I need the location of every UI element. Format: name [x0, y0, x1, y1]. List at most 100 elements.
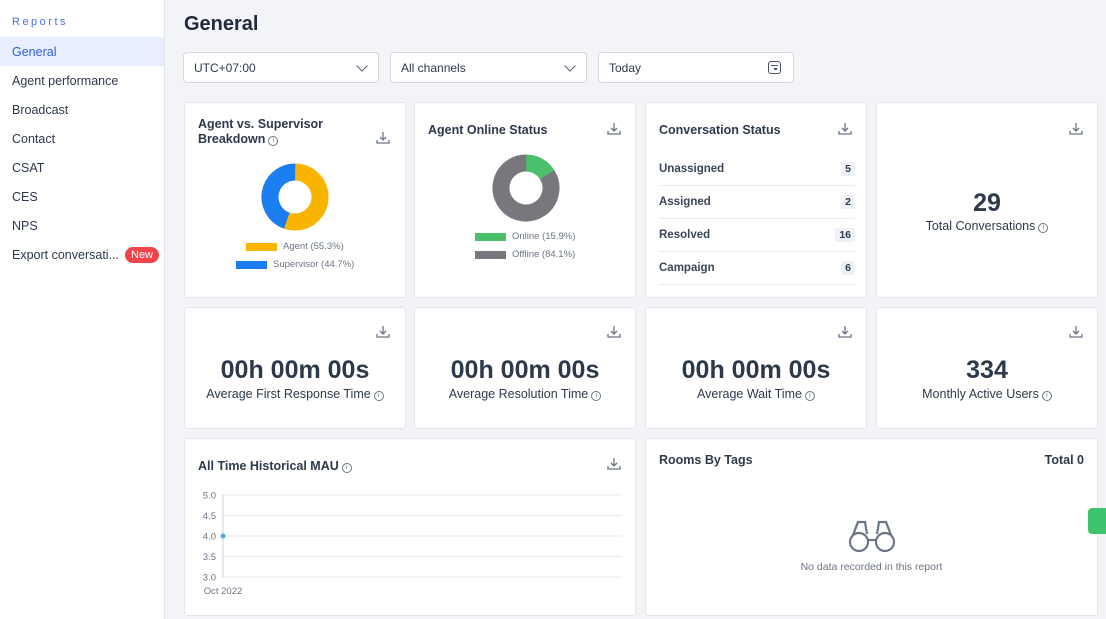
y-tick-label: 4.5 [203, 511, 216, 522]
card-title-line1: Agent vs. Supervisor [198, 117, 324, 131]
download-icon[interactable] [837, 324, 853, 340]
sidebar-item-csat[interactable]: CSAT [0, 153, 164, 182]
legend-swatch [475, 232, 506, 241]
sidebar-item-contact[interactable]: Contact [0, 124, 164, 153]
info-icon[interactable]: i [1041, 391, 1052, 401]
legend-swatch [246, 242, 277, 251]
legend-online: Online (15.9%) [475, 231, 575, 242]
sidebar-item-label: General [12, 44, 57, 59]
info-icon[interactable]: i [1038, 223, 1049, 233]
download-icon[interactable] [606, 324, 622, 340]
binoculars-icon [848, 520, 896, 553]
sidebar-item-nps[interactable]: NPS [0, 211, 164, 240]
empty-state-text: No data recorded in this report [800, 561, 943, 573]
info-icon[interactable]: i [591, 391, 602, 401]
sidebar-item-export-conversations[interactable]: Export conversati... New [0, 240, 164, 269]
online-status-donut [492, 154, 560, 222]
legend-swatch [236, 260, 267, 269]
info-icon[interactable]: i [804, 391, 815, 401]
download-icon[interactable] [375, 324, 391, 340]
channels-select[interactable]: All channels [390, 52, 587, 83]
sidebar: Reports General Agent performance Broadc… [0, 0, 165, 619]
channels-value: All channels [401, 60, 466, 75]
sidebar-item-general[interactable]: General [0, 37, 164, 66]
timezone-select[interactable]: UTC+07:00 [183, 52, 379, 83]
sidebar-item-ces[interactable]: CES [0, 182, 164, 211]
card-title: Conversation Status [659, 123, 781, 137]
y-tick-label: 4.0 [203, 532, 216, 543]
y-tick-label: 5.0 [203, 491, 216, 502]
sidebar-item-broadcast[interactable]: Broadcast [0, 95, 164, 124]
info-icon[interactable]: i [373, 391, 384, 401]
data-point[interactable] [220, 533, 226, 539]
x-tick-label: Oct 2022 [204, 586, 243, 597]
avg-resolution-card: 00h 00m 00s Average Resolution Time i [414, 307, 636, 429]
legend-supervisor: Supervisor (44.7%) [236, 259, 354, 270]
download-icon[interactable] [837, 121, 853, 137]
monthly-active-users-value: 334 [966, 356, 1008, 384]
avg-first-response-label: Average First Response Time i [185, 387, 405, 401]
total-conversations-card: 29 Total Conversations i [876, 102, 1098, 298]
status-label: Unassigned [659, 163, 725, 175]
download-icon[interactable] [1068, 324, 1084, 340]
agent-online-status-card: Agent Online Status Online (15.9%) Offli… [414, 102, 636, 298]
monthly-active-users-card: 334 Monthly Active Users i [876, 307, 1098, 429]
download-icon[interactable] [1068, 121, 1084, 137]
card-title: Rooms By Tags [659, 453, 753, 467]
metric-label: Average Wait Time [697, 387, 802, 401]
page-title: General [184, 13, 259, 35]
status-row-campaign[interactable]: Campaign 6 [659, 252, 855, 285]
status-row-unassigned[interactable]: Unassigned 5 [659, 153, 855, 186]
legend-label: Online (15.9%) [512, 231, 576, 242]
rooms-by-tags-card: Rooms By Tags Total 0 No data recorded i… [645, 438, 1098, 616]
avg-resolution-value: 00h 00m 00s [450, 356, 600, 384]
download-icon[interactable] [606, 121, 622, 137]
sidebar-item-label: CSAT [12, 160, 45, 175]
sidebar-item-label: Contact [12, 131, 56, 146]
status-row-resolved[interactable]: Resolved 16 [659, 219, 855, 252]
sidebar-item-agent-performance[interactable]: Agent performance [0, 66, 164, 95]
avg-resolution-label: Average Resolution Time i [415, 387, 635, 401]
status-label: Resolved [659, 229, 711, 241]
timezone-value: UTC+07:00 [194, 60, 256, 75]
mau-line-chart: 5.0 4.5 4.0 3.5 3.0 Oct 2022 [203, 491, 622, 597]
metric-label: Average Resolution Time [448, 387, 589, 401]
sidebar-heading: Reports [12, 16, 69, 28]
chat-launcher-tab[interactable] [1088, 508, 1106, 534]
total-conversations-value: 29 [973, 189, 1001, 217]
legend-offline: Offline (84.1%) [475, 249, 575, 260]
avg-first-response-card: 00h 00m 00s Average First Response Time i [184, 307, 406, 429]
sidebar-item-label: CES [12, 189, 38, 204]
legend-swatch [475, 250, 506, 259]
status-count: 2 [841, 195, 855, 209]
date-picker[interactable]: Today [598, 52, 794, 83]
sidebar-nav: General Agent performance Broadcast Cont… [0, 37, 164, 269]
agent-supervisor-donut [261, 163, 329, 231]
y-tick-label: 3.5 [203, 552, 216, 563]
metric-label: Average First Response Time [206, 387, 371, 401]
avg-wait-card: 00h 00m 00s Average Wait Time i [645, 307, 867, 429]
info-icon[interactable]: i [268, 136, 279, 146]
card-title: Agent vs. Supervisor Breakdown i [198, 117, 323, 147]
monthly-active-users-label: Monthly Active Users i [877, 387, 1097, 401]
download-icon[interactable] [375, 130, 391, 146]
offline-slice [492, 154, 560, 222]
legend-label: Agent (55.3%) [283, 241, 344, 252]
avg-first-response-value: 00h 00m 00s [220, 356, 370, 384]
sidebar-item-label: Agent performance [12, 73, 119, 88]
card-title: Agent Online Status [428, 123, 548, 137]
y-tick-label: 3.0 [203, 573, 216, 584]
chevron-down-icon [564, 60, 576, 72]
status-row-assigned[interactable]: Assigned 2 [659, 186, 855, 219]
card-title-line2: Breakdown [198, 132, 266, 146]
calendar-icon [768, 61, 781, 74]
avg-wait-label: Average Wait Time i [646, 387, 866, 401]
chevron-down-icon [356, 60, 368, 72]
rooms-total: Total 0 [1044, 453, 1084, 467]
total-conversations-label: Total Conversations i [877, 219, 1097, 233]
status-label: Assigned [659, 196, 711, 208]
status-count: 6 [841, 261, 855, 275]
agent-vs-supervisor-card: Agent vs. Supervisor Breakdown i Agent (5… [184, 102, 406, 298]
status-count: 16 [835, 228, 855, 242]
new-badge: New [125, 246, 160, 263]
